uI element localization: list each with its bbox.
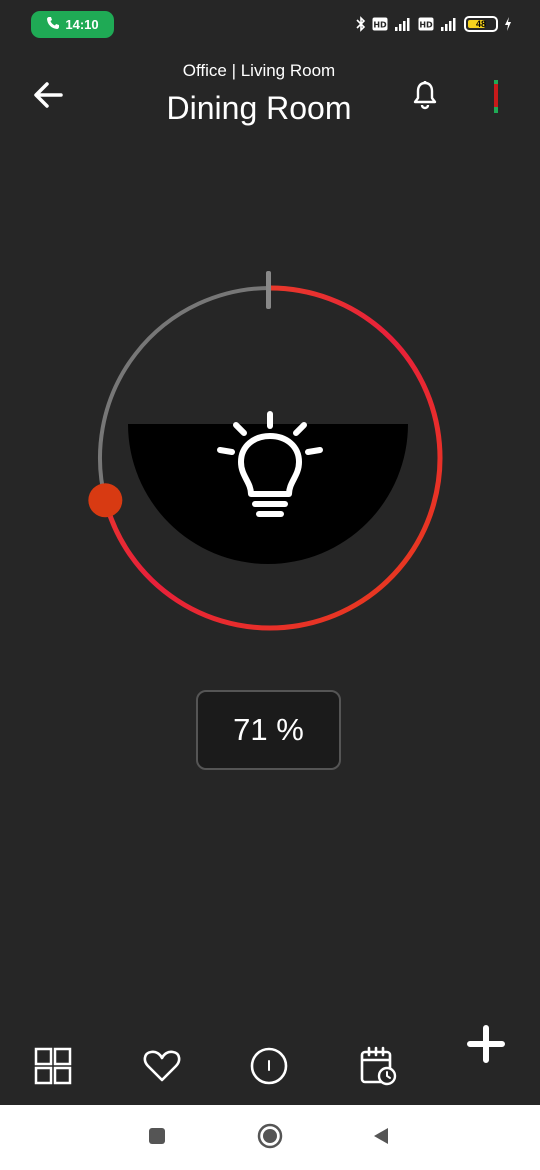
hd-icon: HD [418,17,434,31]
breadcrumb: Office | Living Room [182,61,336,80]
signal-icon [394,17,412,31]
plus-icon [466,1024,506,1069]
grid-icon [34,1047,72,1090]
circle-icon [257,1123,283,1154]
system-back-button[interactable] [366,1123,396,1153]
square-icon [148,1127,166,1150]
schedule-icon [358,1046,398,1091]
signal-icon [440,17,458,31]
notifications-button[interactable] [408,80,442,114]
toolbar-favorites-button[interactable] [138,1044,186,1092]
bottom-toolbar [0,1030,540,1102]
status-icons: HD HD 48 [356,13,512,35]
home-button[interactable] [255,1123,285,1153]
status-bar: 14:10 HD HD 48 [0,0,540,48]
toolbar-grid-button[interactable] [29,1044,77,1092]
dial-knob[interactable] [88,483,123,518]
bluetooth-icon [356,16,366,32]
battery-icon: 48 [464,16,498,32]
hd-icon: HD [372,17,388,31]
toolbar-schedule-button[interactable] [354,1044,402,1092]
heart-icon [143,1049,181,1088]
brightness-dial[interactable] [84,268,458,648]
add-button[interactable] [462,1022,510,1070]
battery-level: 48 [475,19,486,29]
call-duration: 14:10 [65,17,99,32]
ongoing-call-pill[interactable]: 14:10 [31,11,114,38]
charging-icon [504,17,512,31]
system-nav-bar [0,1105,540,1170]
toolbar-power-button[interactable] [245,1044,293,1092]
status-indicator-icon [491,80,501,113]
phone-icon [46,16,60,33]
brightness-value: 71 % [196,690,341,770]
svg-text:HD: HD [419,21,433,30]
screen: 14:10 HD HD 48 Office | Living Room Dini… [0,0,540,1170]
svg-text:HD: HD [373,21,387,30]
bell-icon [411,80,439,115]
triangle-back-icon [372,1127,390,1150]
recents-button[interactable] [142,1123,172,1153]
dial-start-marker [266,271,271,309]
power-icon [249,1046,289,1091]
